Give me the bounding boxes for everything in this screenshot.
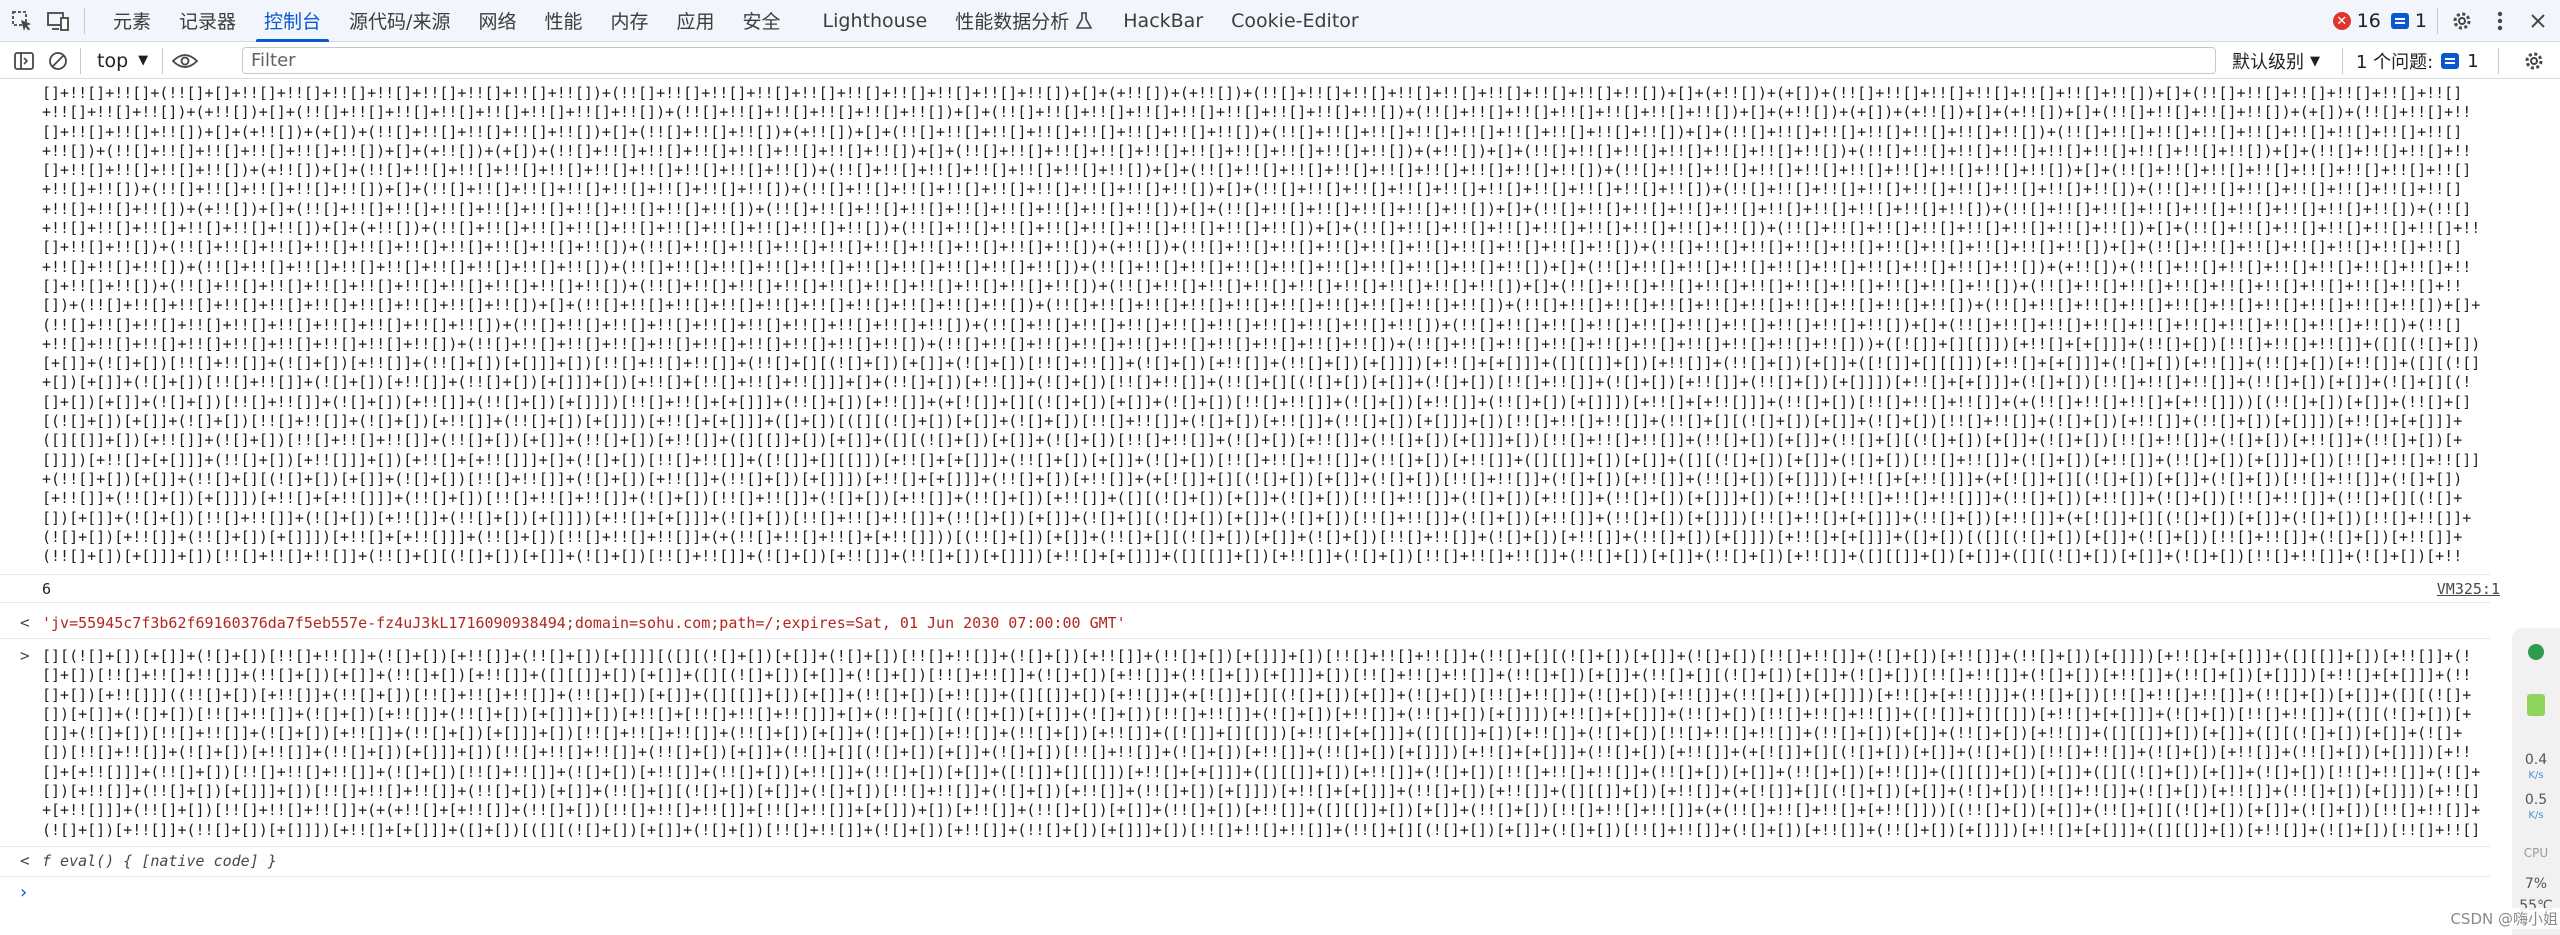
- toolbar-divider: [84, 7, 85, 34]
- log-levels-dropdown[interactable]: 默认级别 ▼: [2232, 43, 2320, 79]
- inspect-element-icon[interactable]: [8, 7, 36, 35]
- dropdown-arrow-icon: ▼: [2310, 53, 2320, 69]
- devtools-tabbar: 元素 记录器 控制台 源代码/来源 网络 性能 内存 应用 安全 Lightho…: [0, 0, 2560, 42]
- download-unit: K/s: [2528, 810, 2544, 821]
- row-divider: [0, 876, 2490, 877]
- tabbar-right-controls: ✕ 16 1: [2332, 0, 2552, 42]
- tab-security[interactable]: 安全: [729, 0, 795, 42]
- tab-network[interactable]: 网络: [464, 0, 530, 42]
- row-divider: [0, 602, 2490, 603]
- cpu-label: CPU: [2523, 846, 2549, 860]
- close-devtools-icon[interactable]: [2524, 7, 2552, 35]
- filter-input[interactable]: Filter: [242, 47, 2216, 74]
- console-input-jsfuck: [][(![]+[])[+[]]+(![]+[])[!![]+!![]]+(![…: [42, 647, 2481, 841]
- tab-elements[interactable]: 元素: [99, 0, 165, 42]
- context-value: top: [97, 49, 129, 72]
- error-counter[interactable]: ✕ 16: [2332, 10, 2381, 32]
- toolbar-divider: [2437, 8, 2438, 34]
- settings-gear-icon[interactable]: [2448, 7, 2476, 35]
- experiment-flask-icon: [1073, 7, 1095, 35]
- tab-lighthouse[interactable]: Lighthouse: [809, 0, 942, 42]
- tab-hackbar[interactable]: HackBar: [1109, 0, 1217, 42]
- context-selector[interactable]: top ▼: [97, 50, 148, 72]
- memory-bar: [2527, 694, 2545, 716]
- message-counter[interactable]: 1: [2390, 10, 2427, 32]
- error-count: 16: [2356, 10, 2381, 32]
- return-value-string[interactable]: 'jv=55945c7f3b62f69160376da7f5eb557e-fz4…: [42, 614, 1126, 633]
- dropdown-arrow-icon: ▼: [138, 53, 149, 68]
- error-icon: ✕: [2332, 12, 2351, 30]
- row-divider: [0, 638, 2490, 639]
- upload-unit: K/s: [2528, 770, 2544, 781]
- return-value-function[interactable]: f eval() { [native code] }: [42, 852, 277, 871]
- console-input-echo-jsfuck: []+!![]+!![]+(!![]+[]+!![]+!![]+!![]+!![…: [42, 84, 2481, 568]
- toolbar-divider: [162, 47, 164, 74]
- return-value-arrow-icon: <: [20, 613, 30, 632]
- source-link[interactable]: VM325:1: [2437, 580, 2500, 599]
- console-toolbar: top ▼ Filter 默认级别 ▼ 1 个问题: 1: [0, 43, 2560, 79]
- message-count: 1: [2414, 10, 2427, 32]
- status-dot: [2528, 644, 2544, 660]
- live-expression-eye-icon[interactable]: [171, 47, 199, 75]
- cpu-value: 7%: [2524, 876, 2548, 892]
- sidebar-toggle-icon[interactable]: [10, 47, 38, 75]
- issue-icon: [2441, 53, 2460, 69]
- tab-performance[interactable]: 性能: [530, 0, 596, 42]
- device-toolbar-icon[interactable]: [44, 7, 72, 35]
- download-speed: 0.5: [2524, 792, 2548, 808]
- return-value-arrow-icon: <: [20, 851, 30, 870]
- tab-console[interactable]: 控制台: [250, 0, 335, 42]
- log-levels-label: 默认级别: [2232, 52, 2304, 73]
- tab-cookie-editor[interactable]: Cookie-Editor: [1217, 0, 1373, 42]
- input-expand-arrow-icon[interactable]: >: [20, 646, 30, 665]
- message-icon: [2390, 13, 2409, 29]
- upload-speed: 0.4: [2524, 752, 2548, 768]
- system-monitor-widget[interactable]: 0.4 K/s 0.5 K/s CPU 7% 55℃: [2512, 628, 2560, 935]
- tab-sources[interactable]: 源代码/来源: [335, 0, 464, 42]
- clear-console-icon[interactable]: [44, 47, 72, 75]
- toolbar-divider: [2498, 47, 2499, 74]
- console-prompt-icon[interactable]: ›: [18, 883, 29, 903]
- row-divider: [0, 846, 2490, 847]
- log-output-number: 6: [42, 580, 52, 598]
- issues-button[interactable]: 1 个问题: 1: [2356, 43, 2479, 79]
- csdn-watermark: CSDN @嗨小姐: [2448, 908, 2560, 929]
- more-options-icon[interactable]: [2486, 7, 2514, 35]
- tab-memory[interactable]: 内存: [596, 0, 662, 42]
- tab-performance-insights[interactable]: 性能数据分析: [941, 0, 1073, 42]
- console-output: []+!![]+!![]+(!![]+[]+!![]+!![]+!![]+!![…: [0, 80, 2500, 935]
- tab-application[interactable]: 应用: [663, 0, 729, 42]
- console-settings-gear-icon[interactable]: [2520, 47, 2548, 75]
- row-divider: [0, 574, 2490, 575]
- tab-recorder[interactable]: 记录器: [165, 0, 250, 42]
- toolbar-divider: [80, 47, 81, 74]
- issues-count: 1: [2467, 50, 2479, 72]
- toolbar-divider: [2342, 47, 2343, 74]
- issues-label: 1 个问题:: [2356, 52, 2434, 73]
